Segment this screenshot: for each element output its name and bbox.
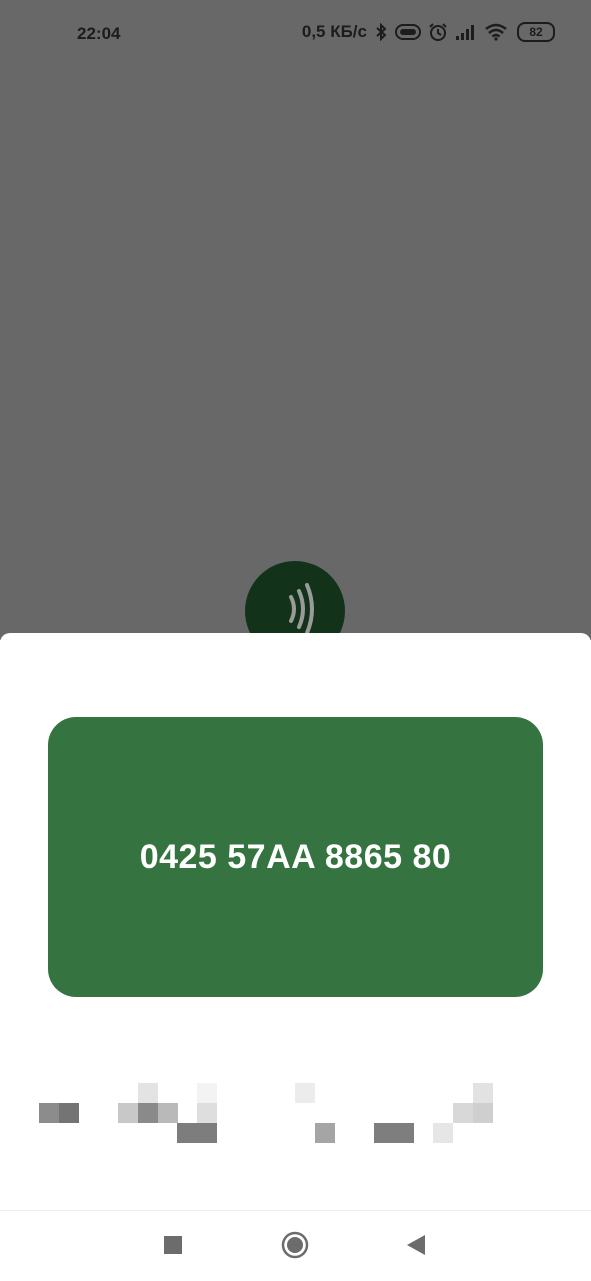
network-speed: 0,5 КБ/с bbox=[301, 22, 367, 41]
wifi-icon bbox=[484, 23, 508, 41]
dimmed-background[interactable] bbox=[0, 70, 591, 640]
home-button[interactable] bbox=[281, 1231, 309, 1264]
signal-icon bbox=[455, 24, 477, 40]
card-number: 0425 57AA 8865 80 bbox=[139, 837, 452, 876]
vibrate-icon bbox=[395, 24, 421, 40]
status-bar: 22:04 0,5 КБ/с 82 bbox=[0, 0, 591, 70]
recents-button[interactable] bbox=[159, 1233, 187, 1261]
pixelated-text bbox=[0, 1081, 591, 1145]
circle-icon bbox=[281, 1231, 309, 1264]
triangle-back-icon bbox=[406, 1234, 426, 1261]
navigation-bar bbox=[0, 1210, 591, 1281]
status-time: 22:04 bbox=[77, 24, 121, 43]
square-icon bbox=[164, 1235, 182, 1259]
back-button[interactable] bbox=[402, 1233, 430, 1261]
bottom-sheet: 0425 57AA 8865 80 bbox=[0, 633, 591, 1210]
card[interactable]: 0425 57AA 8865 80 bbox=[48, 717, 543, 997]
battery-indicator: 82 bbox=[517, 22, 555, 42]
status-icons: 0,5 КБ/с 82 bbox=[302, 22, 555, 42]
alarm-icon bbox=[428, 22, 448, 42]
bluetooth-icon bbox=[374, 23, 388, 41]
